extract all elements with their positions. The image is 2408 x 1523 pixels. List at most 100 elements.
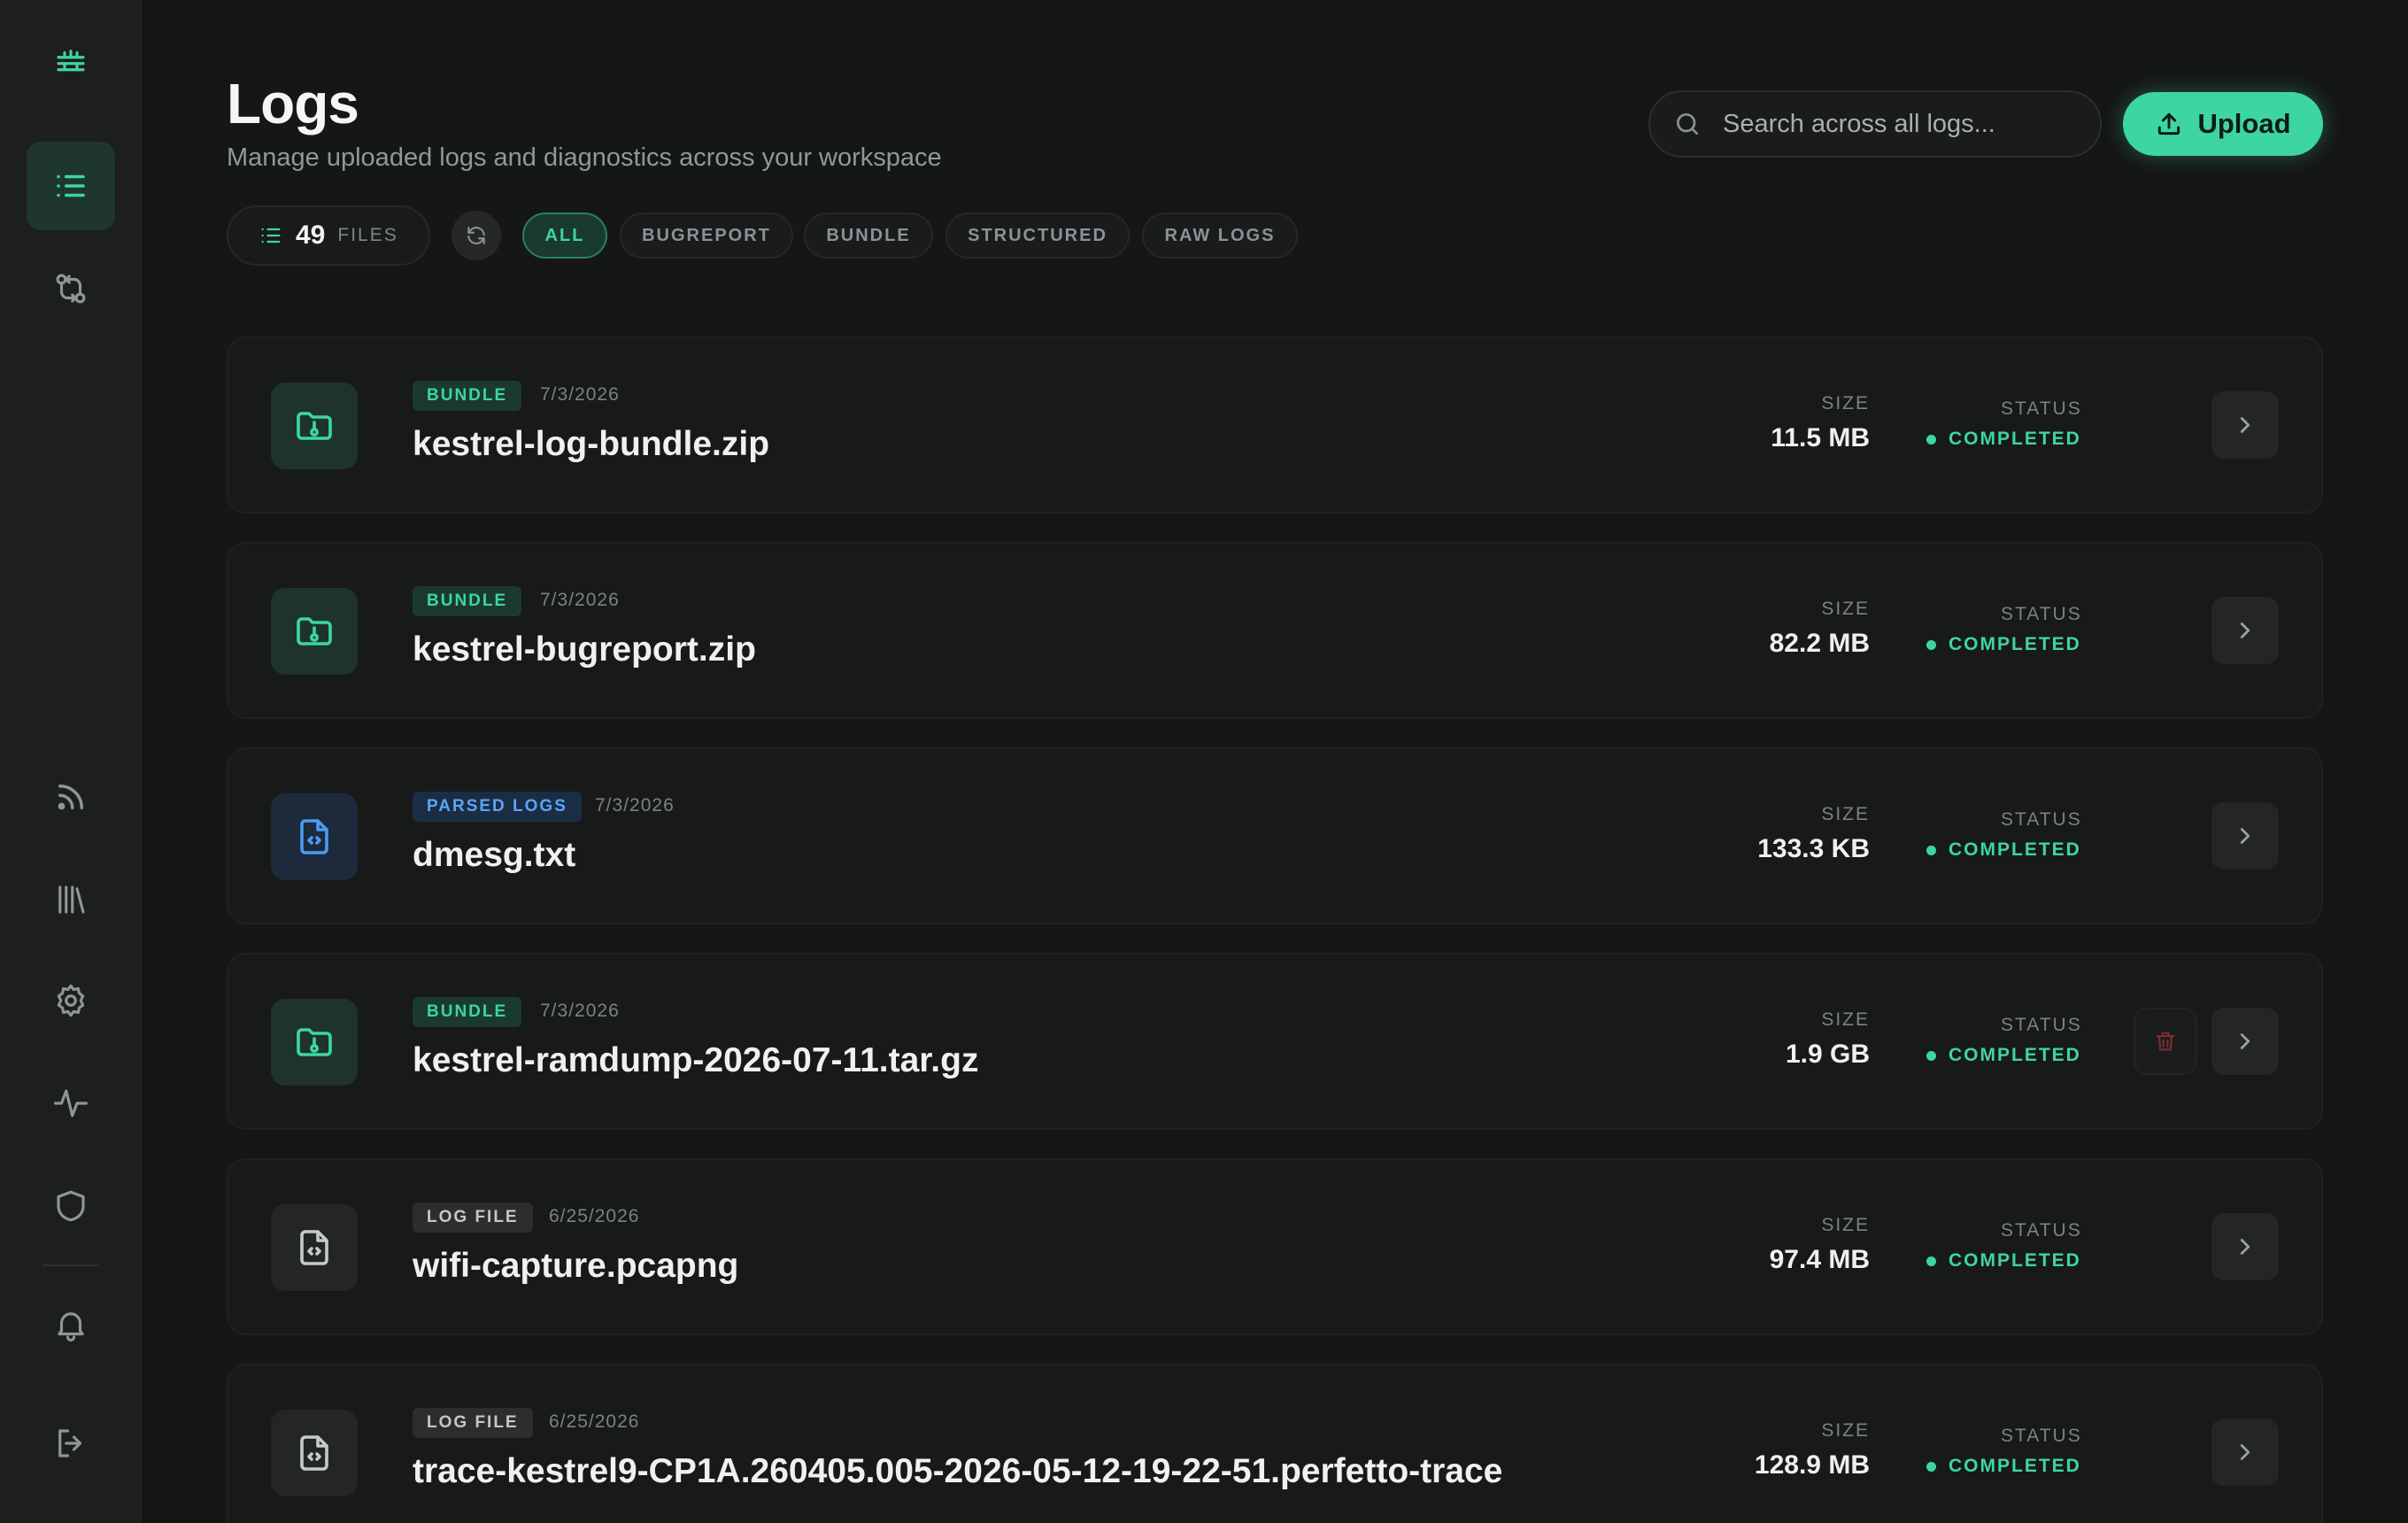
- layers-logo-icon[interactable]: [27, 18, 115, 106]
- upload-button[interactable]: Upload: [2123, 92, 2323, 156]
- size-label: SIZE: [1821, 393, 1870, 414]
- file-name: kestrel-bugreport.zip: [413, 630, 756, 669]
- type-badge: BUNDLE: [413, 381, 522, 411]
- list-icon: [52, 167, 89, 205]
- filter-chip-structured[interactable]: STRUCTURED: [945, 213, 1130, 259]
- upload-label: Upload: [2197, 108, 2291, 139]
- upload-date: 7/3/2026: [540, 384, 620, 405]
- git-compare-icon: [56, 274, 86, 304]
- type-badge: LOG FILE: [413, 1408, 533, 1438]
- filter-chip-bundle[interactable]: BUNDLE: [804, 213, 933, 259]
- size-label: SIZE: [1821, 1420, 1870, 1441]
- file-name: wifi-capture.pcapng: [413, 1247, 739, 1285]
- file-size: 11.5 MB: [1771, 423, 1870, 452]
- list-icon: [259, 223, 283, 248]
- filter-chip-bugreport[interactable]: BUGREPORT: [620, 213, 793, 259]
- sidebar-item-logout[interactable]: [27, 1399, 115, 1488]
- file-size: 133.3 KB: [1757, 834, 1870, 863]
- logout-icon: [58, 1429, 82, 1457]
- log-row[interactable]: LOG FILE 6/25/2026 trace-kestrel9-CP1A.2…: [227, 1364, 2323, 1523]
- page-title: Logs: [227, 72, 359, 135]
- open-row-button[interactable]: [2211, 1213, 2279, 1280]
- log-row[interactable]: BUNDLE 7/3/2026 kestrel-ramdump-2026-07-…: [227, 953, 2323, 1130]
- code-file-icon: [271, 1204, 358, 1291]
- sidebar-item-security[interactable]: [27, 1162, 115, 1250]
- chevron-right-icon: [2232, 617, 2258, 644]
- search-input[interactable]: [1723, 109, 2077, 139]
- library-icon: [58, 885, 85, 914]
- shield-icon: [57, 1190, 85, 1222]
- filter-chip-all[interactable]: ALL: [522, 213, 607, 259]
- type-badge: LOG FILE: [413, 1202, 533, 1233]
- file-size: 82.2 MB: [1769, 629, 1870, 658]
- upload-date: 7/3/2026: [540, 1001, 620, 1021]
- status-label: STATUS: [2001, 1426, 2082, 1446]
- file-name: kestrel-ramdump-2026-07-11.tar.gz: [413, 1041, 979, 1079]
- upload-date: 6/25/2026: [549, 1206, 640, 1226]
- sidebar-item-feeds[interactable]: [27, 753, 115, 841]
- open-row-button[interactable]: [2211, 597, 2279, 664]
- refresh-icon: [467, 227, 485, 244]
- type-badge: BUNDLE: [413, 997, 522, 1027]
- status-badge: COMPLETED: [1926, 839, 2081, 861]
- chevron-right-icon: [2232, 823, 2258, 849]
- sidebar: [0, 0, 142, 1523]
- folder-icon: [271, 383, 358, 469]
- refresh-button[interactable]: [452, 211, 501, 260]
- file-count: 49: [296, 220, 326, 250]
- type-badge: PARSED LOGS: [413, 792, 582, 822]
- file-size: 1.9 GB: [1785, 1040, 1870, 1069]
- upload-date: 6/25/2026: [549, 1411, 640, 1432]
- status-label: STATUS: [2001, 604, 2082, 624]
- file-size: 97.4 MB: [1769, 1245, 1870, 1274]
- page-subtitle: Manage uploaded logs and diagnostics acr…: [227, 143, 942, 172]
- type-badge: BUNDLE: [413, 586, 522, 616]
- file-count-label: FILES: [337, 225, 398, 245]
- status-badge: COMPLETED: [1926, 634, 2081, 655]
- delete-button[interactable]: [2134, 1008, 2197, 1075]
- status-badge: COMPLETED: [1926, 1250, 2081, 1272]
- activity-icon: [53, 1089, 89, 1117]
- folder-icon: [271, 588, 358, 675]
- log-row[interactable]: PARSED LOGS 7/3/2026 dmesg.txt SIZE 133.…: [227, 747, 2323, 924]
- trash-icon: [2153, 1029, 2178, 1054]
- file-size: 128.9 MB: [1754, 1450, 1870, 1480]
- upload-date: 7/3/2026: [540, 590, 620, 610]
- upload-date: 7/3/2026: [595, 795, 675, 816]
- size-label: SIZE: [1821, 804, 1870, 824]
- file-name: trace-kestrel9-CP1A.260405.005-2026-05-1…: [413, 1452, 1503, 1490]
- search-icon: [1677, 112, 1698, 135]
- chevron-right-icon: [2232, 1233, 2258, 1260]
- open-row-button[interactable]: [2211, 1419, 2279, 1486]
- open-row-button[interactable]: [2211, 1008, 2279, 1075]
- search-box[interactable]: [1648, 90, 2102, 158]
- log-row[interactable]: LOG FILE 6/25/2026 wifi-capture.pcapng S…: [227, 1158, 2323, 1335]
- sidebar-divider: [42, 1264, 99, 1266]
- chevron-right-icon: [2232, 412, 2258, 438]
- filter-chip-raw-logs[interactable]: RAW LOGS: [1142, 213, 1298, 259]
- chevron-right-icon: [2232, 1439, 2258, 1465]
- status-label: STATUS: [2001, 1220, 2082, 1241]
- sidebar-item-library[interactable]: [27, 855, 115, 944]
- open-row-button[interactable]: [2211, 802, 2279, 870]
- file-count-pill: 49 FILES: [227, 205, 430, 266]
- file-name: dmesg.txt: [413, 836, 576, 874]
- size-label: SIZE: [1821, 1215, 1870, 1235]
- sidebar-item-notifications[interactable]: [27, 1280, 115, 1369]
- code-file-icon: [271, 793, 358, 880]
- sidebar-item-logs[interactable]: [27, 142, 115, 230]
- log-row[interactable]: BUNDLE 7/3/2026 kestrel-bugreport.zip SI…: [227, 542, 2323, 719]
- open-row-button[interactable]: [2211, 391, 2279, 459]
- sidebar-item-activity[interactable]: [27, 1059, 115, 1148]
- sidebar-item-settings[interactable]: [27, 956, 115, 1045]
- file-name: kestrel-log-bundle.zip: [413, 425, 770, 463]
- size-label: SIZE: [1821, 1009, 1870, 1030]
- sidebar-item-compare[interactable]: [27, 244, 115, 333]
- status-badge: COMPLETED: [1926, 1045, 2081, 1066]
- size-label: SIZE: [1821, 599, 1870, 619]
- status-badge: COMPLETED: [1926, 429, 2081, 450]
- code-file-icon: [271, 1410, 358, 1496]
- log-row[interactable]: BUNDLE 7/3/2026 kestrel-log-bundle.zip S…: [227, 336, 2323, 514]
- status-label: STATUS: [2001, 809, 2082, 830]
- folder-icon: [271, 999, 358, 1086]
